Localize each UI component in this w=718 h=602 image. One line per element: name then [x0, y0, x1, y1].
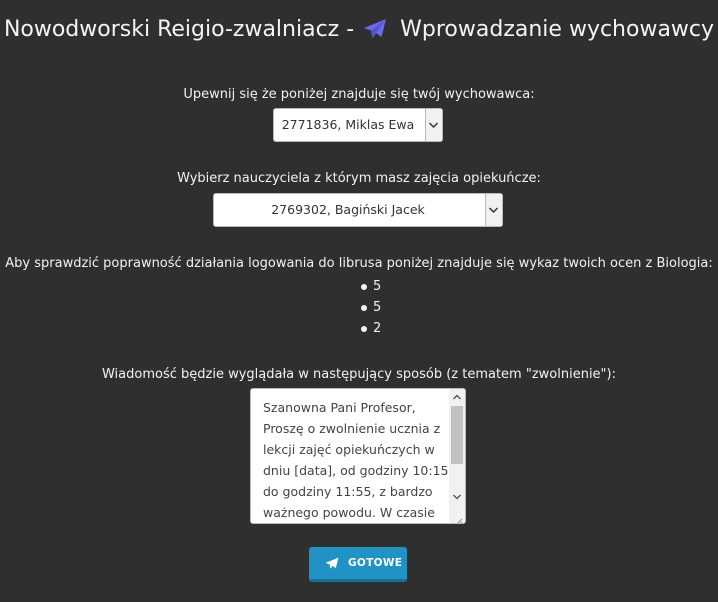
submit-button-label: GOTOWE	[348, 557, 403, 569]
paper-plane-icon	[325, 557, 339, 573]
chevron-down-icon	[425, 109, 442, 141]
page: Nowodworski Reigio-zwalniacz - Wprowadza…	[0, 0, 718, 602]
list-item: 5	[359, 278, 381, 299]
homeroom-select[interactable]: 2771836, Miklas Ewa	[273, 108, 443, 142]
message-label: Wiadomość będzie wyglądała w następujący…	[101, 367, 616, 382]
homeroom-label: Upewnij się że poniżej znajduje się twój…	[183, 87, 535, 102]
homeroom-select-value: 2771836, Miklas Ewa	[281, 117, 415, 132]
paper-plane-icon	[363, 18, 387, 50]
message-text: Szanowna Pani Profesor, Proszę o zwolnie…	[263, 400, 449, 520]
grades-label: Aby sprawdzić poprawność działania logow…	[5, 256, 713, 271]
title-app-name: Nowodworski Reigio-zwalniacz -	[3, 17, 355, 42]
scrollbar[interactable]	[449, 389, 465, 523]
submit-button[interactable]: GOTOWE	[309, 547, 407, 582]
chevron-down-icon	[485, 194, 502, 226]
message-textarea[interactable]: Szanowna Pani Profesor, Proszę o zwolnie…	[250, 388, 466, 524]
list-item: 5	[359, 299, 381, 320]
resize-handle-icon[interactable]	[453, 511, 463, 523]
grades-list: 5 5 2	[359, 278, 381, 341]
teacher-select-value: 2769302, Bagiński Jacek	[271, 202, 425, 217]
list-item: 2	[359, 320, 381, 341]
teacher-label: Wybierz nauczyciela z którym masz zajęci…	[177, 171, 541, 186]
page-title: Nowodworski Reigio-zwalniacz - Wprowadza…	[0, 14, 718, 50]
title-section-name: Wprowadzanie wychowawcy	[400, 17, 715, 42]
teacher-select[interactable]: 2769302, Bagiński Jacek	[213, 193, 503, 227]
scrollbar-thumb[interactable]	[451, 406, 463, 464]
